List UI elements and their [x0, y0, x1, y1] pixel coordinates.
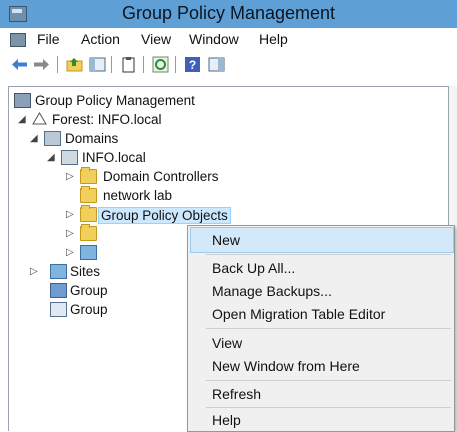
- tree-node-domain-info-local[interactable]: ◢ INFO.local: [47, 149, 207, 169]
- ou-folder-icon: [80, 186, 97, 203]
- menu-file[interactable]: File: [37, 31, 60, 47]
- collapse-arrow-icon[interactable]: ◢: [30, 133, 38, 144]
- starter-gpo-icon: [80, 245, 97, 260]
- tree-node-network-lab[interactable]: network lab: [66, 186, 266, 207]
- toolbar-separator: [57, 56, 58, 73]
- context-menu-item-open-migration-table-editor[interactable]: Open Migration Table Editor: [212, 306, 385, 322]
- expand-arrow-icon[interactable]: ▷: [66, 247, 74, 258]
- tree-node-sites[interactable]: ▷ Sites: [30, 263, 170, 283]
- show-pane-icon[interactable]: [207, 55, 226, 74]
- forest-triangle-icon: [32, 112, 47, 125]
- context-menu-item-back-up-all[interactable]: Back Up All...: [212, 260, 295, 276]
- menu-separator: [206, 407, 451, 408]
- forward-arrow-icon[interactable]: [32, 55, 51, 74]
- context-menu-item-refresh[interactable]: Refresh: [212, 386, 261, 402]
- tree-node-label: Forest: INFO.local: [52, 112, 162, 127]
- context-menu-item-new[interactable]: New: [212, 232, 240, 248]
- tree-node-label: Group Policy Management: [35, 93, 195, 108]
- context-menu: New Back Up All... Manage Backups... Ope…: [187, 225, 455, 432]
- toolbar-separator: [143, 56, 144, 73]
- tree-node-starter-gpos[interactable]: ▷: [66, 244, 106, 264]
- tree-node-group-policy-modeling[interactable]: Group: [50, 282, 170, 302]
- tree-node-wmi-filters[interactable]: ▷: [66, 224, 106, 245]
- menu-separator: [206, 254, 451, 255]
- collapse-arrow-icon[interactable]: ◢: [47, 152, 55, 163]
- context-menu-item-manage-backups[interactable]: Manage Backups...: [212, 283, 332, 299]
- tree-node-label: INFO.local: [82, 150, 146, 165]
- tree-node-group-policy-objects[interactable]: ▷ Group Policy Objects: [66, 205, 336, 226]
- tree-node-label: Sites: [70, 264, 101, 279]
- tree-node-label: Group: [70, 302, 108, 317]
- menu-window[interactable]: Window: [189, 31, 239, 47]
- refresh-icon[interactable]: [151, 55, 170, 74]
- menu-help[interactable]: Help: [259, 31, 288, 47]
- toolbar-separator: [175, 56, 176, 73]
- tree-node-root[interactable]: Group Policy Management: [14, 92, 274, 112]
- up-folder-icon[interactable]: [65, 55, 84, 74]
- menu-separator: [206, 328, 451, 329]
- expand-arrow-icon[interactable]: ▷: [66, 209, 74, 220]
- context-menu-item-view[interactable]: View: [212, 335, 242, 351]
- help-icon[interactable]: ?: [183, 55, 202, 74]
- tree-node-label: Group: [70, 283, 108, 298]
- tree-node-forest[interactable]: ◢ Forest: INFO.local: [18, 111, 238, 131]
- domain-icon: [61, 150, 78, 165]
- svg-text:?: ?: [189, 58, 196, 72]
- gpo-folder-icon: [80, 205, 97, 222]
- tree-node-domains[interactable]: ◢ Domains: [30, 130, 190, 150]
- sites-icon: [50, 264, 67, 279]
- expand-arrow-icon[interactable]: ▷: [30, 266, 38, 277]
- expand-arrow-icon[interactable]: ▷: [66, 228, 74, 239]
- app-menu-icon[interactable]: [10, 33, 26, 47]
- results-icon: [50, 302, 67, 317]
- title-bar: Group Policy Management: [0, 0, 457, 28]
- gpmc-icon: [14, 93, 31, 108]
- tree-node-label: Group Policy Objects: [98, 207, 231, 224]
- tree-node-label: network lab: [103, 188, 173, 203]
- collapse-arrow-icon[interactable]: ◢: [18, 114, 26, 125]
- ou-folder-icon: [80, 167, 97, 184]
- folder-icon: [80, 224, 97, 241]
- domains-icon: [44, 131, 61, 146]
- tree-node-group-policy-results[interactable]: Group: [50, 301, 170, 321]
- tree-node-label: Domain Controllers: [103, 169, 219, 184]
- window-title: Group Policy Management: [121, 3, 336, 23]
- show-hide-tree-icon[interactable]: [88, 55, 107, 74]
- modeling-icon: [50, 283, 67, 298]
- properties-icon[interactable]: [119, 55, 138, 74]
- menu-separator: [206, 380, 451, 381]
- context-menu-item-new-window-from-here[interactable]: New Window from Here: [212, 358, 360, 374]
- menu-view[interactable]: View: [141, 31, 171, 47]
- context-menu-item-help[interactable]: Help: [212, 412, 241, 428]
- tree-node-domain-controllers[interactable]: ▷ Domain Controllers: [66, 167, 296, 188]
- toolbar-separator: [111, 56, 112, 73]
- tree-node-label: Domains: [65, 131, 119, 146]
- menu-action[interactable]: Action: [81, 31, 120, 47]
- back-arrow-icon[interactable]: [10, 55, 29, 74]
- expand-arrow-icon[interactable]: ▷: [66, 171, 74, 182]
